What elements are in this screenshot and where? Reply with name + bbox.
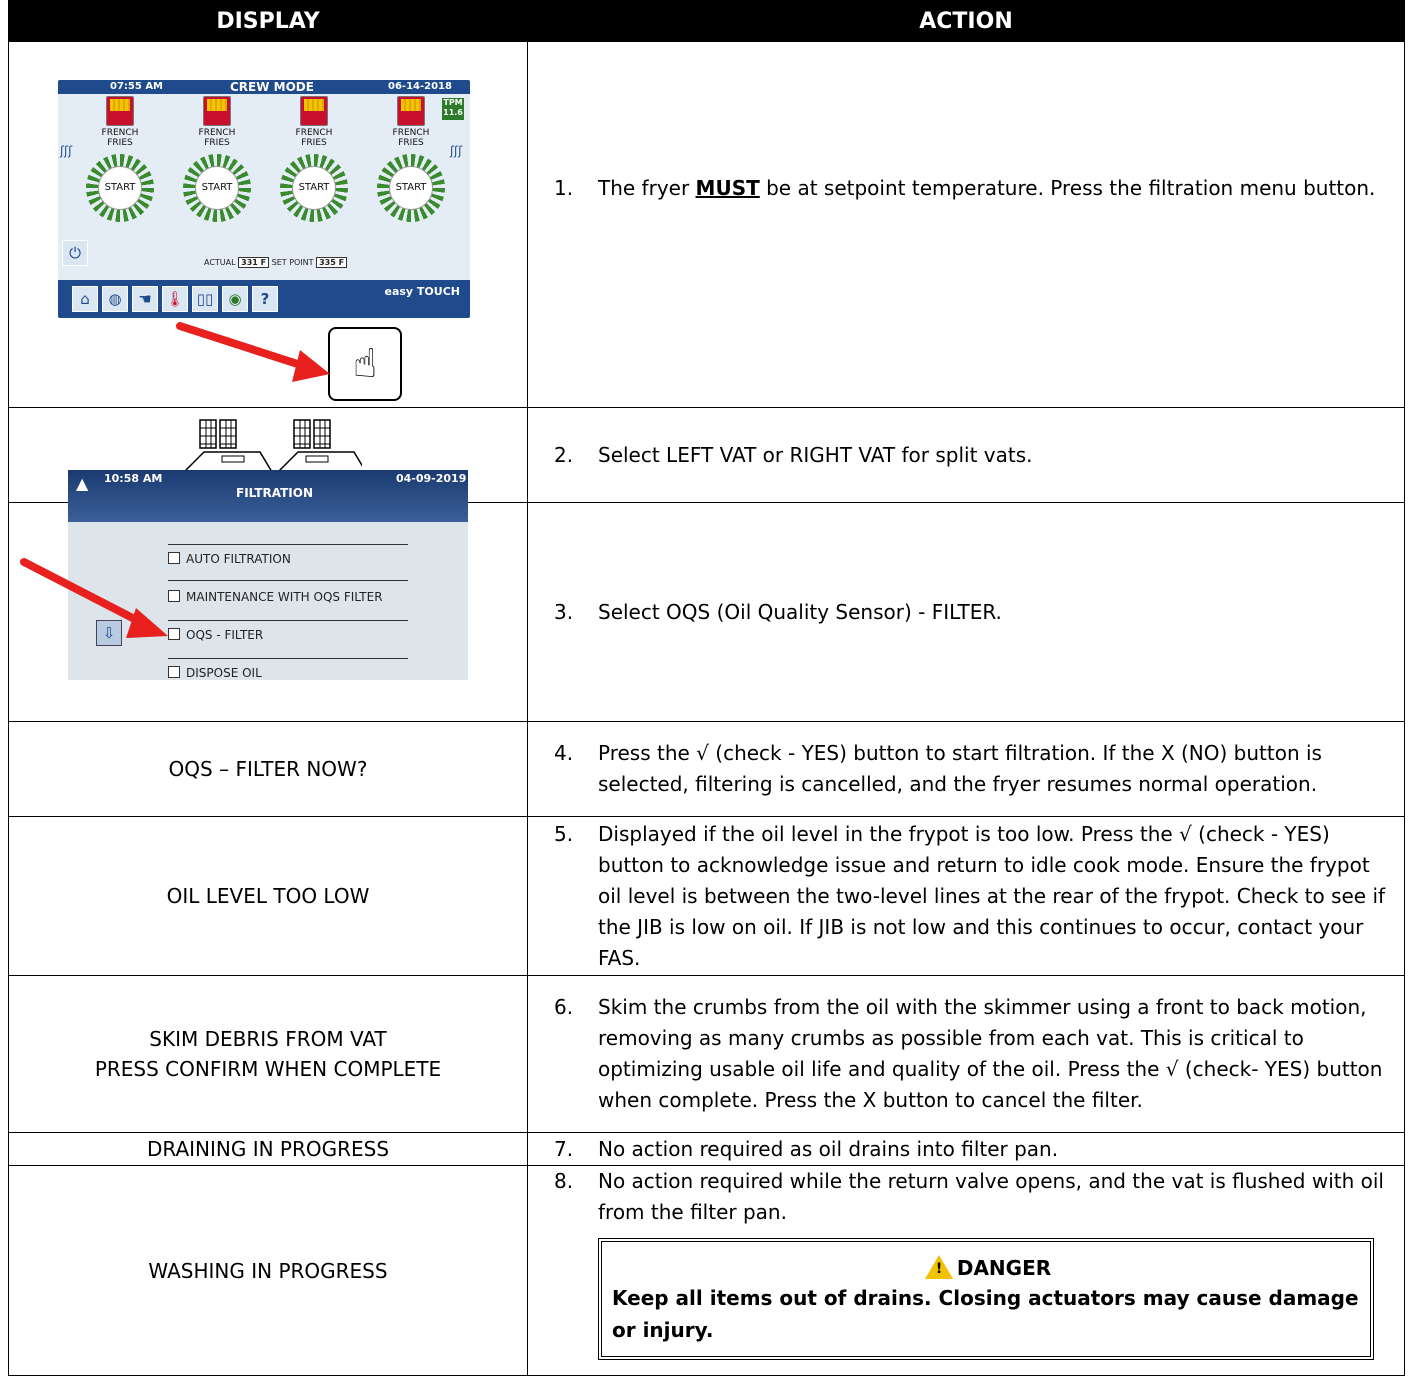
- start-dial: START: [280, 154, 348, 222]
- filtration-hand-icon[interactable]: ☚: [132, 286, 158, 312]
- display-line: SKIM DEBRIS FROM VAT: [149, 1027, 387, 1051]
- option-dispose-oil[interactable]: DISPOSE OIL: [168, 666, 262, 680]
- crew-mode-screen: 07:55 AM CREW MODE 06-14-2018 TPM 11.6 ʃʃ…: [58, 80, 470, 318]
- table-row: OIL LEVEL TOO LOW 5. Displayed if the oil…: [8, 816, 1405, 976]
- globe-icon[interactable]: ◍: [102, 286, 128, 312]
- action-column-header: ACTION: [527, 0, 1405, 42]
- table-row: DRAINING IN PROGRESS 7. No action require…: [8, 1132, 1405, 1166]
- table-row: SKIM DEBRIS FROM VAT PRESS CONFIRM WHEN …: [8, 975, 1405, 1133]
- basket-button[interactable]: FRENCH FRIES START: [167, 96, 267, 222]
- danger-box: ! DANGER Keep all items out of drains. Cl…: [598, 1238, 1374, 1360]
- step-number: 2.: [554, 442, 574, 467]
- action-cell-2: 2. Select LEFT VAT or RIGHT VAT for split…: [527, 407, 1405, 503]
- action-cell-3: 3. Select OQS (Oil Quality Sensor) - FILT…: [527, 502, 1405, 722]
- step-number: 6.: [554, 995, 574, 1019]
- display-text: OQS – FILTER NOW?: [8, 721, 528, 817]
- danger-body: Keep all items out of drains. Closing ac…: [612, 1286, 1359, 1342]
- divider: [168, 580, 408, 581]
- french-fries-icon: [106, 96, 134, 126]
- checkbox[interactable]: [168, 666, 180, 678]
- divider: [168, 620, 408, 621]
- display-text: OIL LEVEL TOO LOW: [8, 816, 528, 976]
- fryer-icon: ▲: [76, 474, 89, 493]
- basket-button[interactable]: FRENCH FRIES START: [70, 96, 170, 222]
- step-text: No action required as oil drains into fi…: [598, 1136, 1059, 1161]
- danger-title: ! DANGER: [612, 1254, 1364, 1282]
- step-text: Press the √ (check - YES) button to star…: [598, 741, 1322, 796]
- checkbox[interactable]: [168, 590, 180, 602]
- action-cell-6: 6. Skim the crumbs from the oil with the …: [527, 975, 1405, 1133]
- screen-top-bar: 07:55 AM CREW MODE 06-14-2018: [58, 80, 470, 94]
- scroll-down-arrow-icon[interactable]: ⇩: [96, 620, 122, 646]
- start-dial: START: [183, 154, 251, 222]
- french-fries-icon: [203, 96, 231, 126]
- temperature-readout: ACTUAL 331 F SET POINT 335 F: [204, 257, 348, 268]
- step-number: 3.: [554, 599, 574, 624]
- screen-time: 10:58 AM: [104, 472, 163, 485]
- divider: [168, 544, 408, 545]
- basket-button[interactable]: FRENCH FRIES START: [264, 96, 364, 222]
- action-cell-7: 7. No action required as oil drains into …: [527, 1132, 1405, 1166]
- filtration-screen: ▲ 10:58 AM FILTRATION 04-09-2019 AUTO FI…: [68, 470, 468, 680]
- display-line: PRESS CONFIRM WHEN COMPLETE: [94, 1057, 442, 1081]
- table-row: WASHING IN PROGRESS 8. No action required…: [8, 1165, 1405, 1376]
- screen-bottom-bar: ⌂ ◍ ☚ 🌡 ▯▯ ◉ ? easy TOUCH: [58, 280, 470, 318]
- french-fries-icon: [300, 96, 328, 126]
- display-column-header: DISPLAY: [8, 0, 528, 42]
- step-text: The fryer MUST be at setpoint temperatur…: [598, 175, 1376, 200]
- step-number: 7.: [554, 1136, 574, 1161]
- easy-touch-logo: easy TOUCH: [384, 285, 461, 298]
- screen-top-bar: ▲ 10:58 AM FILTRATION 04-09-2019: [68, 470, 468, 522]
- action-cell-8: 8. No action required while the return va…: [527, 1165, 1405, 1376]
- step-text: Select OQS (Oil Quality Sensor) - FILTER…: [598, 599, 1002, 624]
- display-text: SKIM DEBRIS FROM VAT PRESS CONFIRM WHEN …: [8, 975, 528, 1133]
- emphasis-must: MUST: [695, 175, 760, 200]
- table-header-row: DISPLAY ACTION: [8, 0, 1405, 42]
- screen-mode-title: CREW MODE: [230, 80, 314, 94]
- french-fries-icon: [397, 96, 425, 126]
- book-icon[interactable]: ▯▯: [192, 286, 218, 312]
- step-text: Select LEFT VAT or RIGHT VAT for split v…: [598, 442, 1033, 467]
- step-number: 8.: [554, 1169, 574, 1193]
- step-text: Skim the crumbs from the oil with the sk…: [598, 995, 1383, 1112]
- option-oqs-filter[interactable]: OQS - FILTER: [168, 628, 263, 642]
- step-text: Displayed if the oil level in the frypot…: [598, 821, 1386, 970]
- power-button[interactable]: ⏻: [62, 240, 88, 266]
- divider: [168, 658, 408, 659]
- warning-triangle-icon: !: [924, 1255, 953, 1279]
- help-icon[interactable]: ?: [252, 286, 278, 312]
- screen-date: 04-09-2019: [396, 472, 467, 485]
- option-auto-filtration[interactable]: AUTO FILTRATION: [168, 552, 291, 566]
- checkbox[interactable]: [168, 552, 180, 564]
- action-cell-4: 4. Press the √ (check - YES) button to st…: [527, 721, 1405, 817]
- filtration-hand-icon-large: ☝: [328, 327, 402, 401]
- thermometer-icon[interactable]: 🌡: [162, 286, 188, 312]
- action-cell-1: 1. The fryer MUST be at setpoint tempera…: [527, 41, 1405, 408]
- step-number: 4.: [554, 741, 574, 765]
- oqs-icon[interactable]: ◉: [222, 286, 248, 312]
- step-text: No action required while the return valv…: [598, 1169, 1384, 1224]
- danger-title-text: DANGER: [956, 1256, 1052, 1280]
- display-text: DRAINING IN PROGRESS: [8, 1132, 528, 1166]
- basket-button[interactable]: FRENCH FRIES START: [361, 96, 461, 222]
- action-cell-5: 5. Displayed if the oil level in the fryp…: [527, 816, 1405, 976]
- display-text: WASHING IN PROGRESS: [8, 1165, 528, 1376]
- screen-time: 07:55 AM: [110, 81, 164, 92]
- screen-date: 06-14-2018: [388, 81, 452, 92]
- start-dial: START: [86, 154, 154, 222]
- step-number: 1.: [554, 175, 574, 200]
- start-dial: START: [377, 154, 445, 222]
- table-row: OQS – FILTER NOW? 4. Press the √ (check -…: [8, 721, 1405, 817]
- option-maintenance-oqs-filter[interactable]: MAINTENANCE WITH OQS FILTER: [168, 590, 383, 604]
- home-icon[interactable]: ⌂: [72, 286, 98, 312]
- checkbox[interactable]: [168, 628, 180, 640]
- screen-title: FILTRATION: [236, 486, 313, 500]
- step-number: 5.: [554, 821, 574, 846]
